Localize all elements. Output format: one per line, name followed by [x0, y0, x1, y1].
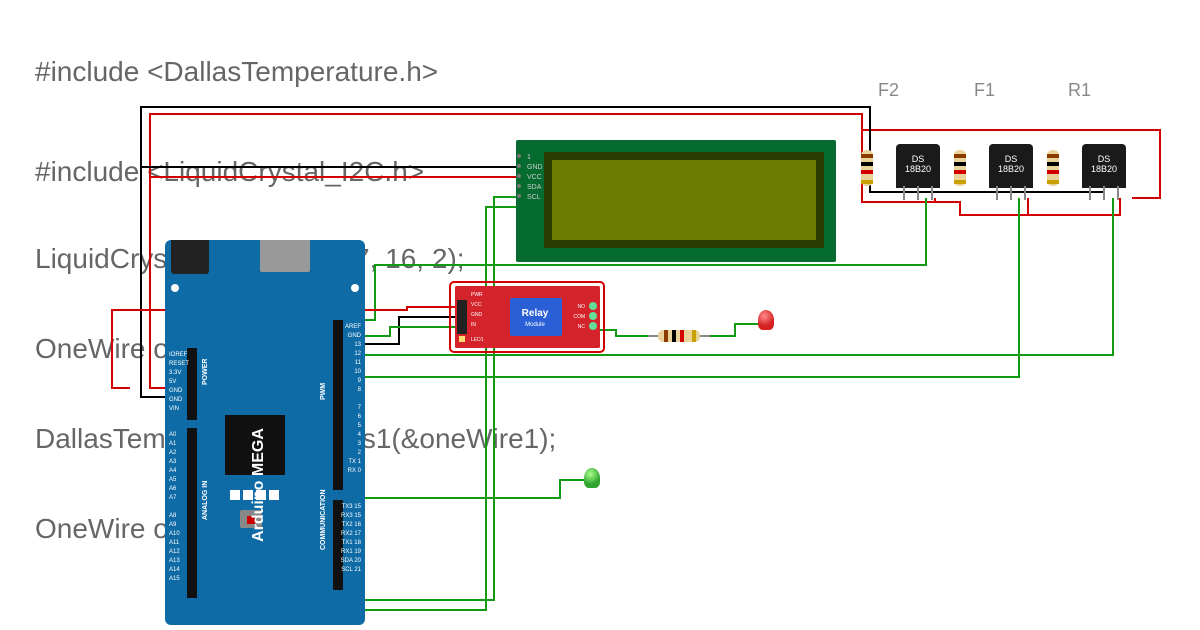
svg-text:RX3 15: RX3 15 — [341, 513, 362, 519]
ds18b20-sensor: DS18B20 — [989, 144, 1033, 188]
svg-text:SCL: SCL — [527, 194, 541, 201]
svg-text:NO: NO — [578, 304, 586, 310]
svg-text:RX1 19: RX1 19 — [341, 549, 362, 555]
svg-text:A13: A13 — [169, 558, 180, 564]
svg-text:7: 7 — [358, 405, 362, 411]
svg-text:A8: A8 — [169, 513, 177, 519]
svg-text:ANALOG IN: ANALOG IN — [202, 481, 209, 520]
svg-text:VCC: VCC — [471, 302, 482, 308]
svg-text:RX 0: RX 0 — [348, 468, 362, 474]
lcd-module — [516, 140, 836, 262]
svg-text:10: 10 — [354, 369, 361, 375]
pullup-resistor — [1044, 140, 1062, 196]
svg-text:COM: COM — [573, 314, 585, 320]
led-red — [758, 310, 774, 330]
resistor — [648, 326, 710, 346]
svg-text:PWR: PWR — [471, 292, 483, 298]
svg-text:GND: GND — [169, 397, 183, 403]
svg-text:A0: A0 — [169, 432, 177, 438]
svg-text:NC: NC — [578, 324, 586, 330]
svg-text:A11: A11 — [169, 540, 180, 546]
svg-text:Relay: Relay — [522, 308, 549, 319]
svg-text:A4: A4 — [169, 468, 177, 474]
svg-text:2: 2 — [358, 450, 362, 456]
svg-text:A1: A1 — [169, 441, 177, 447]
ds18b20-sensor: DS18B20 — [1082, 144, 1126, 188]
svg-text:3.3V: 3.3V — [169, 370, 181, 376]
relay-module: Relay Module PWR VCC GND IN LED1 NO COM … — [455, 286, 600, 348]
svg-text:IOREF: IOREF — [169, 352, 188, 358]
svg-text:8: 8 — [358, 387, 362, 393]
svg-text:VIN: VIN — [169, 406, 179, 412]
svg-text:12: 12 — [354, 351, 361, 357]
svg-text:TX3 15: TX3 15 — [342, 504, 362, 510]
svg-text:A6: A6 — [169, 486, 177, 492]
svg-text:SDA 20: SDA 20 — [341, 558, 362, 564]
svg-text:4: 4 — [358, 432, 362, 438]
svg-text:GND: GND — [348, 333, 362, 339]
svg-text:RX2 17: RX2 17 — [341, 531, 362, 537]
svg-text:AREF: AREF — [345, 324, 361, 330]
svg-text:SDA: SDA — [527, 184, 542, 191]
svg-text:TX1 18: TX1 18 — [342, 540, 362, 546]
svg-text:11: 11 — [355, 360, 362, 366]
svg-text:A2: A2 — [169, 450, 177, 456]
label-r1: R1 — [1068, 80, 1091, 101]
label-f2: F2 — [878, 80, 899, 101]
led-green — [584, 468, 600, 488]
svg-text:IN: IN — [471, 322, 476, 328]
code-line: #include <DallasTemperature.h> — [35, 56, 438, 88]
svg-text:POWER: POWER — [202, 359, 209, 385]
svg-text:GND: GND — [527, 164, 543, 171]
svg-text:TX 1: TX 1 — [348, 459, 361, 465]
svg-text:GND: GND — [169, 388, 183, 394]
svg-text:RESET: RESET — [169, 361, 189, 367]
svg-text:PWM: PWM — [320, 383, 327, 400]
svg-text:SCL 21: SCL 21 — [341, 567, 361, 573]
svg-text:3: 3 — [358, 441, 362, 447]
svg-text:A7: A7 — [169, 495, 177, 501]
label-f1: F1 — [974, 80, 995, 101]
svg-text:A3: A3 — [169, 459, 177, 465]
pullup-resistor — [951, 140, 969, 196]
svg-text:GND: GND — [471, 312, 483, 318]
svg-text:1: 1 — [527, 154, 531, 161]
svg-text:Module: Module — [525, 322, 545, 328]
svg-text:A10: A10 — [169, 531, 180, 537]
svg-text:A12: A12 — [169, 549, 180, 555]
svg-text:9: 9 — [358, 378, 362, 384]
svg-text:A15: A15 — [169, 576, 180, 582]
lcd-pins: 1 GND VCC SDA SCL — [505, 148, 545, 228]
svg-text:A5: A5 — [169, 477, 177, 483]
svg-text:6: 6 — [358, 414, 362, 420]
svg-text:COMMUNICATION: COMMUNICATION — [320, 489, 327, 550]
ds18b20-sensor: DS18B20 — [896, 144, 940, 188]
arduino-mega: Arduino MEGA POWER ANALOG IN PWM COMMUNI… — [165, 240, 365, 625]
code-line: #include <LiquidCrystal_I2C.h> — [35, 156, 424, 188]
svg-text:Arduino MEGA: Arduino MEGA — [250, 428, 267, 542]
svg-text:13: 13 — [354, 342, 361, 348]
pullup-resistor — [858, 140, 876, 196]
svg-text:VCC: VCC — [527, 174, 542, 181]
svg-text:A9: A9 — [169, 522, 177, 528]
svg-text:A14: A14 — [169, 567, 180, 573]
svg-text:TX2 16: TX2 16 — [342, 522, 362, 528]
svg-text:5V: 5V — [169, 379, 176, 385]
svg-text:LED1: LED1 — [471, 337, 484, 343]
svg-text:5: 5 — [358, 423, 362, 429]
